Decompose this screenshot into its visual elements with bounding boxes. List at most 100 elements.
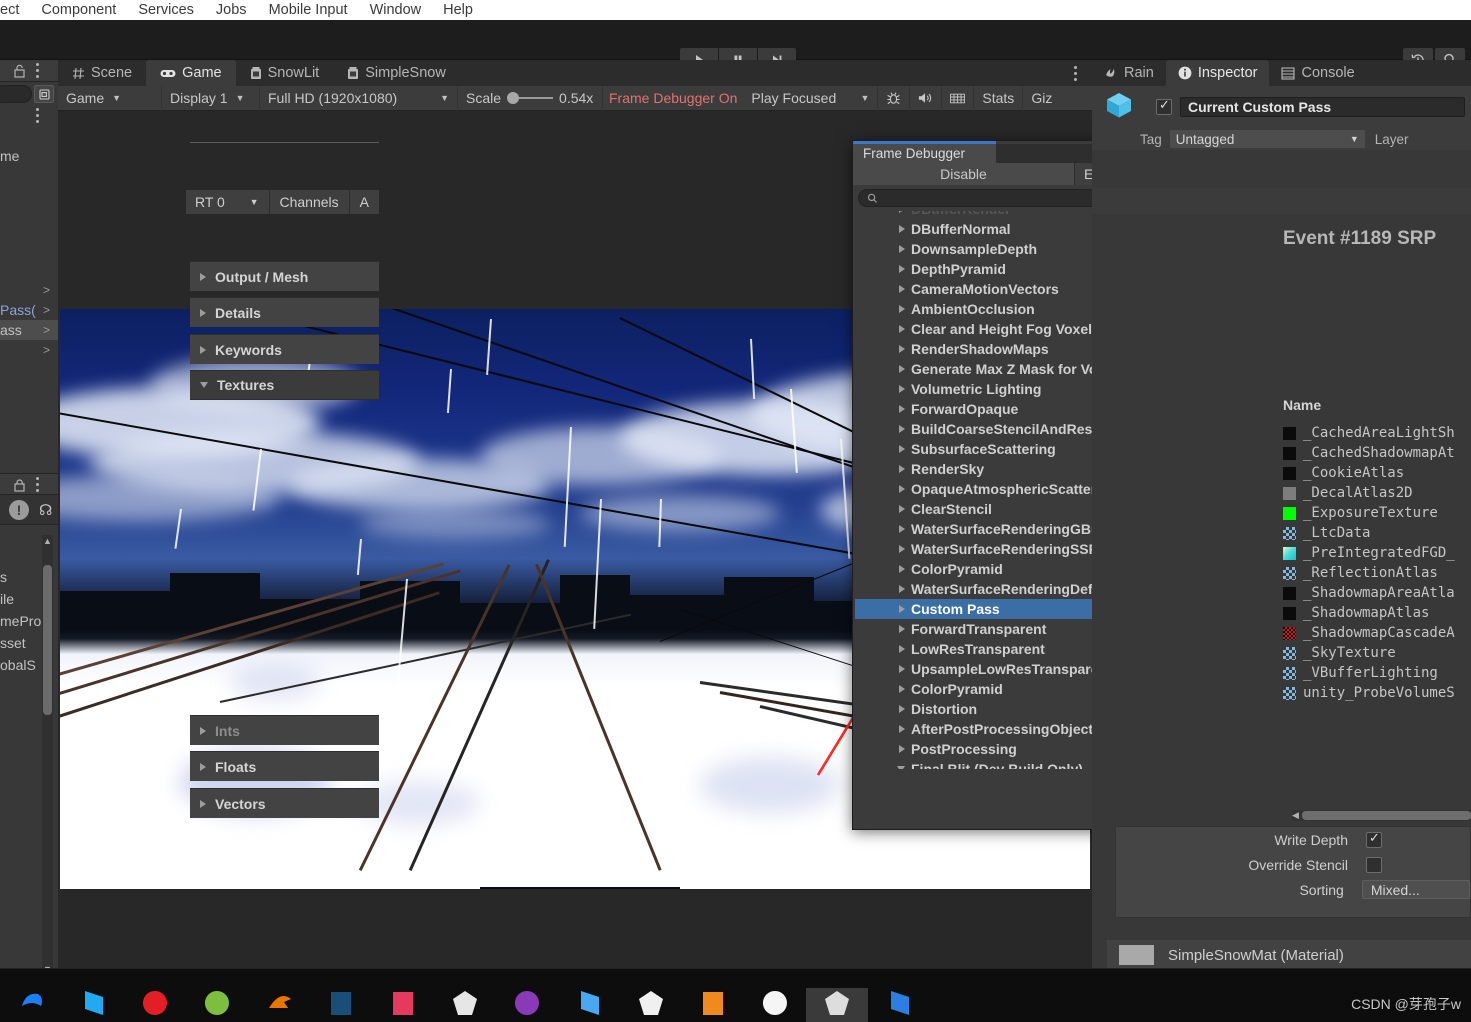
chevron-right-icon[interactable] [899,365,905,373]
sorting-dropdown[interactable]: Mixed... [1361,880,1470,899]
chevron-right-icon[interactable] [899,445,905,453]
texture-row[interactable]: _ExposureTexture [1283,505,1438,521]
chevron-right-icon[interactable] [899,625,905,633]
chevron-right-icon[interactable] [899,325,905,333]
play-mode-dropdown[interactable]: Play Focused ▼ [743,85,879,111]
scrollbar-thumb[interactable] [43,565,52,715]
override-stencil-checkbox[interactable] [1366,856,1382,873]
texture-row[interactable]: _CachedAreaLightSh [1283,425,1455,441]
chevron-right-icon[interactable] [899,525,905,533]
scale-slider[interactable] [507,92,554,104]
tab-scene[interactable]: Scene [58,60,147,86]
chevron-right-icon[interactable] [899,245,905,253]
taskbar-item[interactable] [62,988,124,1022]
menu-item-help[interactable]: Help [432,2,484,18]
panel-options-kebab-icon[interactable] [1074,66,1078,84]
hierarchy-row-3[interactable]: > [0,340,58,360]
stats-button[interactable]: Stats [974,85,1024,111]
warning-icon[interactable]: ! [9,499,29,520]
chevron-right-icon[interactable] [899,685,905,693]
menu-item-mobile-input[interactable]: Mobile Input [258,2,359,18]
chevron-down-icon[interactable] [897,766,905,769]
texture-row[interactable]: _LtcData [1283,525,1370,541]
taskbar-item[interactable] [310,988,372,1022]
taskbar-item[interactable] [744,988,806,1022]
popout-icon[interactable] [34,85,54,103]
inspector-horizontal-scrollbar[interactable]: ◀ [1292,810,1471,821]
taskbar-item[interactable] [186,988,248,1022]
chevron-right-icon[interactable] [899,225,905,233]
scroll-left-arrow[interactable]: ◀ [1292,810,1299,821]
chevron-right-icon[interactable] [899,405,905,413]
chevron-right-icon[interactable] [899,305,905,313]
texture-row[interactable]: _PreIntegratedFGD_ [1283,545,1455,561]
chevron-right-icon[interactable] [899,345,905,353]
frame-debugger-tab[interactable]: Frame Debugger [853,144,996,163]
chevron-right-icon[interactable] [899,585,905,593]
taskbar-item[interactable] [124,988,186,1022]
taskbar-item[interactable] [682,988,744,1022]
texture-row[interactable]: _DecalAtlas2D [1283,485,1413,501]
fold-details[interactable]: Details [190,297,379,327]
tab-console[interactable]: Console [1269,60,1367,86]
project-item-2[interactable]: mePro [0,613,41,629]
texture-row[interactable]: _CachedShadowmapAt [1283,445,1455,461]
tab-snowlit[interactable]: SnowLit [235,60,334,86]
hierarchy-row-2[interactable]: ass > [0,320,58,340]
eye-off-icon[interactable]: ☊ [39,501,52,519]
chevron-right-icon[interactable] [899,665,905,673]
project-item-1[interactable]: ile [0,591,14,607]
chevron-right-icon[interactable] [899,465,905,473]
bug-icon[interactable] [878,85,911,111]
project-item-4[interactable]: obalS [0,657,36,673]
project-scrollbar[interactable]: ▲ ▼ [42,535,53,975]
taskbar-item[interactable] [434,988,496,1022]
taskbar-item[interactable] [248,988,310,1022]
kebab-menu-icon[interactable] [36,63,40,81]
menu-item-services[interactable]: Services [127,2,205,18]
lock-icon[interactable] [13,64,26,83]
chevron-right-icon[interactable] [899,645,905,653]
chevron-right-icon[interactable] [899,211,905,213]
texture-row[interactable]: _CookieAtlas [1283,465,1404,481]
slider-knob[interactable] [507,92,520,104]
texture-row[interactable]: _ShadowmapAreaAtla [1283,585,1455,601]
taskbar-item[interactable] [806,988,868,1022]
object-name-field[interactable]: Current Custom Pass [1180,97,1465,117]
object-enabled-checkbox[interactable] [1156,97,1172,115]
slider-track[interactable] [519,97,554,99]
fold-vectors[interactable]: Vectors [190,788,379,818]
taskbar-item[interactable] [620,988,682,1022]
fold-textures[interactable]: Textures [190,370,379,400]
chevron-right-icon[interactable] [899,425,905,433]
scrollbar-thumb[interactable] [1302,811,1471,820]
taskbar-item[interactable] [372,988,434,1022]
tab-game[interactable]: Game [146,60,236,86]
taskbar-item[interactable] [868,988,930,1022]
texture-row[interactable]: _ReflectionAtlas [1283,565,1438,581]
project-item-3[interactable]: sset [0,635,26,651]
scroll-up-arrow[interactable]: ▲ [43,536,52,546]
channels-value[interactable]: A [349,190,379,214]
disable-button[interactable]: Disable [853,163,1075,185]
taskbar-item[interactable] [496,988,558,1022]
tag-dropdown[interactable]: Untagged ▼ [1169,130,1365,148]
fold-keywords[interactable]: Keywords [190,334,379,364]
texture-row[interactable]: _VBufferLighting [1283,665,1438,681]
chevron-right-icon[interactable] [899,545,905,553]
chevron-right-icon[interactable] [899,505,905,513]
project-kebab-icon[interactable] [36,477,40,495]
display-dropdown[interactable]: Display 1 ▼ [162,85,260,111]
hierarchy-row-0[interactable]: > [0,280,58,300]
write-depth-checkbox[interactable] [1366,830,1382,848]
resolution-dropdown[interactable]: Full HD (1920x1080) ▼ [260,85,458,111]
chevron-right-icon[interactable]: > [43,303,50,317]
chevron-right-icon[interactable] [899,745,905,753]
texture-row[interactable]: _ShadowmapAtlas [1283,605,1429,621]
chevron-right-icon[interactable] [899,605,905,613]
taskbar-item[interactable] [558,988,620,1022]
chevron-right-icon[interactable] [899,725,905,733]
chevron-right-icon[interactable]: > [43,283,50,297]
chevron-right-icon[interactable] [899,265,905,273]
channels-button[interactable]: Channels [269,190,350,214]
